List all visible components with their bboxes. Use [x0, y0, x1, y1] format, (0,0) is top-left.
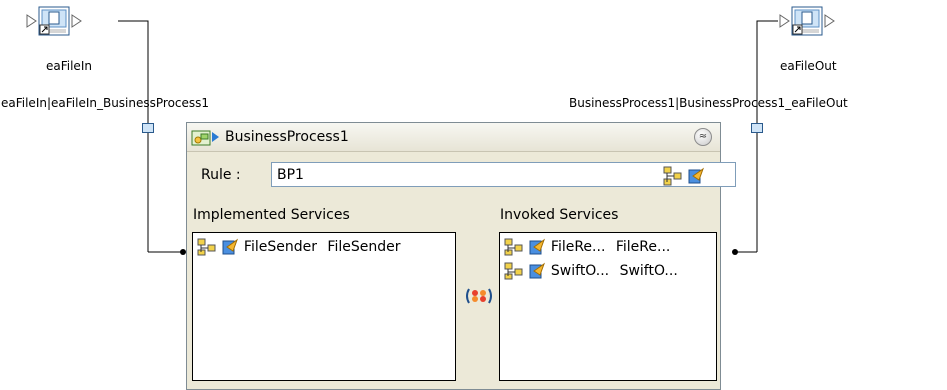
tree-icon — [197, 238, 216, 256]
link-label-right: BusinessProcess1|BusinessProcess1_eaFile… — [569, 96, 848, 110]
app-node-icon — [26, 6, 82, 36]
link-label-left: eaFileIn|eaFileIn_BusinessProcess1 — [1, 96, 210, 110]
app-node-icon — [779, 6, 835, 36]
service-name: FileRe... — [550, 239, 606, 255]
invoked-services-list[interactable]: FileRe... FileRe... SwiftO... SwiftO... — [499, 232, 717, 381]
app-node-eafilein[interactable] — [26, 5, 82, 36]
service-icon — [529, 238, 546, 255]
service-name: SwiftO... — [550, 263, 610, 279]
node-label-eafileout: eaFileOut — [780, 59, 837, 73]
service-icon[interactable] — [687, 167, 705, 185]
connection-endpoint-right — [732, 249, 738, 255]
app-node-eafileout[interactable] — [779, 5, 835, 36]
service-type: FileSender — [327, 239, 401, 255]
link-port-left[interactable] — [142, 123, 154, 133]
link-port-right[interactable] — [751, 123, 763, 133]
list-item[interactable]: SwiftO... SwiftO... — [504, 262, 678, 282]
tree-icon[interactable] — [663, 166, 683, 186]
business-process-title: BusinessProcess1 — [225, 129, 349, 145]
service-icon — [529, 262, 546, 279]
business-process-component[interactable]: BusinessProcess1 ≈ Rule : Implemented Se… — [186, 122, 736, 390]
service-icon — [222, 238, 239, 255]
list-item[interactable]: FileRe... FileRe... — [504, 238, 670, 258]
tree-icon — [504, 238, 523, 256]
rule-label: Rule : — [201, 167, 241, 183]
tree-icon — [504, 262, 523, 280]
business-process-header: BusinessProcess1 ≈ — [187, 123, 720, 152]
implemented-services-list[interactable]: FileSender FileSender — [192, 232, 456, 381]
collapse-icon[interactable]: ≈ — [694, 128, 712, 146]
link-icon[interactable] — [464, 286, 494, 306]
service-type: SwiftO... — [619, 263, 678, 279]
business-process-icon — [191, 130, 219, 146]
service-name: FileSender — [243, 239, 317, 255]
invoked-services-label: Invoked Services — [500, 207, 619, 223]
node-label-eafilein: eaFileIn — [46, 59, 92, 73]
service-type: FileRe... — [615, 239, 671, 255]
implemented-services-label: Implemented Services — [193, 207, 350, 223]
list-item[interactable]: FileSender FileSender — [197, 238, 400, 258]
